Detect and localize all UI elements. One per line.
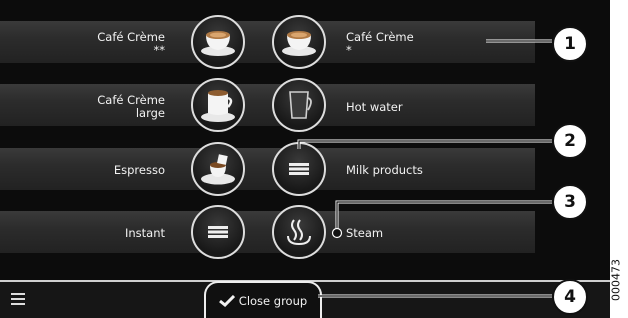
image-code-text: 000473	[609, 259, 623, 301]
callout-leaders	[297, 39, 552, 298]
callout-1: 1	[552, 26, 588, 62]
callout-2: 2	[552, 123, 588, 159]
callout-3: 3	[552, 184, 588, 220]
callout-4: 4	[552, 279, 588, 315]
image-code: 000473	[605, 246, 627, 314]
